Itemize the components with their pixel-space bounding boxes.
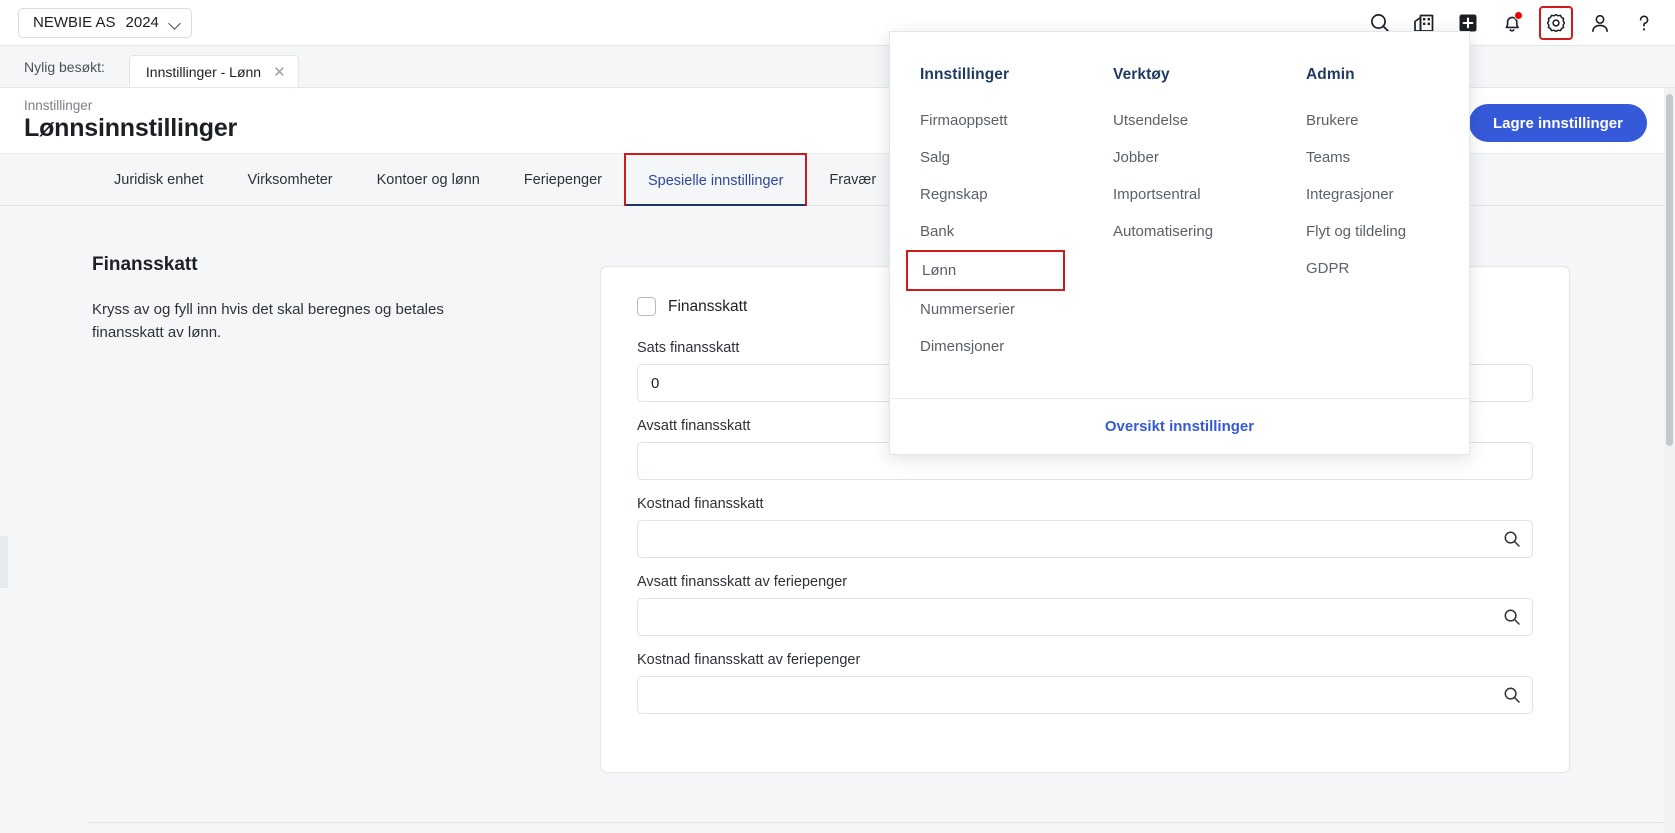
settings-menu-item-integrasjoner[interactable]: Integrasjoner <box>1306 176 1469 213</box>
search-icon[interactable] <box>1503 530 1521 548</box>
vertical-scrollbar[interactable] <box>1664 88 1675 833</box>
input-kostnad-finansskatt-av-feriepenger[interactable] <box>637 676 1533 714</box>
field-label-kostnad-finansskatt-av-feriepenger: Kostnad finansskatt av feriepenger <box>637 652 861 668</box>
tab-feriepenger[interactable]: Feriepenger <box>502 154 624 206</box>
settings-menu-item-importsentral[interactable]: Importsentral <box>1113 176 1276 213</box>
tab-list: Juridisk enhet Virksomheter Kontoer og løn… <box>92 153 898 207</box>
settings-menu-item-regnskap[interactable]: Regnskap <box>920 176 1083 213</box>
field-label-avsatt-finansskatt-av-feriepenger: Avsatt finansskatt av feriepenger <box>637 574 848 590</box>
section-title: Finansskatt <box>92 254 198 275</box>
settings-menu-item-brukere[interactable]: Brukere <box>1306 102 1469 139</box>
tab-label: Feriepenger <box>523 172 602 188</box>
chevron-down-icon <box>169 17 181 29</box>
finansskatt-checkbox[interactable] <box>637 297 656 316</box>
settings-menu-item-lonn[interactable]: Lønn <box>906 250 1065 291</box>
oversikt-innstillinger-link[interactable]: Oversikt innstillinger <box>1105 418 1254 435</box>
tab-virksomheter[interactable]: Virksomheter <box>225 154 354 206</box>
field-label-kostnad-finansskatt: Kostnad finansskatt <box>637 496 764 512</box>
user-profile-icon[interactable] <box>1583 6 1617 40</box>
notification-dot-badge <box>1514 10 1523 20</box>
input-wrapper-kostnad-finansskatt-av-feriepenger <box>637 676 1533 714</box>
input-wrapper-avsatt-finansskatt-av-feriepenger <box>637 598 1533 636</box>
settings-menu-item-automatisering[interactable]: Automatisering <box>1113 213 1276 250</box>
field-avsatt-finansskatt-av-feriepenger: Avsatt finansskatt av feriepenger <box>637 574 1533 636</box>
settings-menu-item-bank[interactable]: Bank <box>920 213 1083 250</box>
settings-menu-item-firmaoppsett[interactable]: Firmaoppsett <box>920 102 1083 139</box>
section-description: Kryss av og fyll inn hvis det skal bereg… <box>92 301 444 342</box>
settings-dropdown-menu: Innstillinger Firmaoppsett Salg Regnskap Ban… <box>889 31 1470 455</box>
tab-frav-r[interactable]: Fravær <box>807 154 898 206</box>
settings-column-admin: Admin Brukere Teams Integrasjoner Flyt og ti… <box>1276 66 1469 400</box>
tab-kontoer-og-l-nn[interactable]: Kontoer og lønn <box>355 154 502 206</box>
settings-menu-item-nummerserier[interactable]: Nummerserier <box>920 291 1083 328</box>
recent-tab-innstillinger-lonn[interactable]: Innstillinger - Lønn ✕ <box>128 55 299 87</box>
settings-menu-item-gdpr[interactable]: GDPR <box>1306 250 1469 287</box>
input-kostnad-finansskatt[interactable] <box>637 520 1533 558</box>
tab-label: Kontoer og lønn <box>376 172 480 188</box>
help-question-icon[interactable] <box>1627 6 1661 40</box>
recent-tab-label: Innstillinger - Lønn <box>145 63 262 80</box>
settings-menu-item-salg[interactable]: Salg <box>920 139 1083 176</box>
horizontal-scrollbar[interactable] <box>88 822 1663 829</box>
input-avsatt-finansskatt-av-feriepenger[interactable] <box>637 598 1533 636</box>
company-name: NEWBIE AS <box>33 14 116 31</box>
tab-spesielle-innstillinger[interactable]: Spesielle innstillinger <box>624 153 808 207</box>
settings-menu-item-jobber[interactable]: Jobber <box>1113 139 1276 176</box>
field-kostnad-finansskatt-av-feriepenger: Kostnad finansskatt av feriepenger <box>637 652 1533 714</box>
settings-column-heading: Innstillinger <box>920 66 1010 83</box>
settings-menu-item-flyt-og-tildeling[interactable]: Flyt og tildeling <box>1306 213 1469 250</box>
settings-column-innstillinger: Innstillinger Firmaoppsett Salg Regnskap Ban… <box>890 66 1083 400</box>
vertical-scrollbar-thumb[interactable] <box>1666 94 1673 446</box>
settings-menu-item-utsendelse[interactable]: Utsendelse <box>1113 102 1276 139</box>
settings-menu-columns: Innstillinger Firmaoppsett Salg Regnskap Ban… <box>890 32 1469 400</box>
tab-label: Juridisk enhet <box>114 172 204 188</box>
settings-menu-item-teams[interactable]: Teams <box>1306 139 1469 176</box>
field-kostnad-finansskatt: Kostnad finansskatt <box>637 496 1533 558</box>
company-year-selector[interactable]: NEWBIE AS 2024 <box>18 7 192 38</box>
recently-visited-label: Nylig besøkt: <box>24 59 105 75</box>
close-icon[interactable]: ✕ <box>273 63 286 81</box>
input-wrapper-kostnad-finansskatt <box>637 520 1533 558</box>
tab-juridisk-enhet[interactable]: Juridisk enhet <box>92 154 225 206</box>
tab-label: Spesielle innstillinger <box>648 172 784 189</box>
settings-column-verktoy: Verktøy Utsendelse Jobber Importsentral Auto… <box>1083 66 1276 400</box>
tab-label: Virksomheter <box>247 172 333 188</box>
settings-column-heading: Verktøy <box>1113 66 1170 83</box>
tab-label: Fravær <box>829 172 877 188</box>
page-title: Lønnsinnstillinger <box>24 114 238 142</box>
save-settings-button[interactable]: Lagre innstillinger <box>1468 104 1647 142</box>
settings-menu-footer: Oversikt innstillinger <box>890 398 1469 454</box>
search-icon[interactable] <box>1503 608 1521 626</box>
section-description-column: Finansskatt Kryss av og fyll inn hvis de… <box>92 254 512 345</box>
fiscal-year: 2024 <box>125 14 159 31</box>
settings-column-heading: Admin <box>1306 66 1355 83</box>
breadcrumb: Innstillinger <box>24 98 93 113</box>
left-edge-rail <box>0 536 8 588</box>
search-icon[interactable] <box>1503 686 1521 704</box>
gear-settings-icon[interactable] <box>1539 5 1573 40</box>
finansskatt-checkbox-label: Finansskatt <box>668 297 748 315</box>
settings-menu-item-dimensjoner[interactable]: Dimensjoner <box>920 328 1083 365</box>
notification-bell-icon[interactable] <box>1495 6 1529 40</box>
